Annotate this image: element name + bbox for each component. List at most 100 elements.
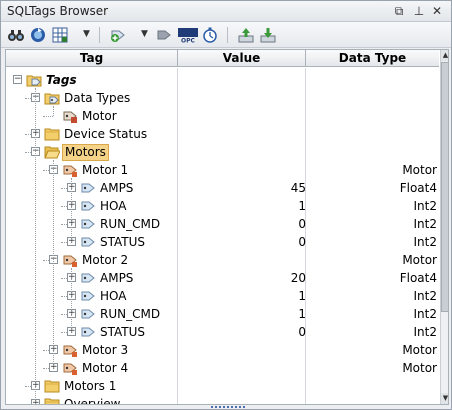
value-cell[interactable] — [178, 71, 306, 89]
value-cell[interactable] — [178, 107, 306, 125]
tag-cell[interactable]: RUN_CMD — [98, 215, 162, 233]
tag-cell[interactable]: STATUS — [98, 323, 147, 341]
close-icon[interactable]: ✕ — [429, 3, 445, 19]
tree-row[interactable]: − Data Types — [6, 89, 439, 107]
tag-cell[interactable]: RUN_CMD — [98, 305, 162, 323]
value-cell[interactable] — [178, 341, 306, 359]
restore-icon[interactable]: ⧉ — [391, 3, 407, 19]
data-type-cell: Int2 — [413, 217, 437, 231]
tree-row[interactable]: + Overview — [6, 395, 439, 404]
import-icon[interactable] — [259, 26, 277, 44]
tag-name[interactable]: Device Status — [62, 125, 149, 143]
tag-name[interactable]: RUN_CMD — [98, 215, 162, 233]
value-cell[interactable]: 0 — [178, 233, 306, 251]
value-cell[interactable]: 1 — [178, 305, 306, 323]
tag-name[interactable]: STATUS — [98, 323, 147, 341]
value-cell[interactable] — [178, 359, 306, 377]
tag-cell[interactable]: Motor — [80, 107, 119, 125]
tag-cell[interactable]: Motor 2 — [80, 251, 130, 269]
export-icon[interactable] — [237, 26, 255, 44]
tag-cell[interactable]: Motor 1 — [80, 161, 130, 179]
value-cell[interactable] — [178, 377, 306, 395]
tag-cell[interactable]: Motors — [62, 143, 109, 161]
tree-row[interactable]: + Motor 4 Motor — [6, 359, 439, 377]
window-title: SQLTags Browser — [7, 4, 109, 18]
resize-grip[interactable] — [211, 406, 245, 409]
tag-cell[interactable]: Motors 1 — [62, 377, 118, 395]
tag-name[interactable]: Motor 1 — [80, 161, 130, 179]
tree-guide — [53, 160, 54, 368]
tree-row[interactable]: + Device Status — [6, 125, 439, 143]
tag-name[interactable]: Motor 3 — [80, 341, 130, 359]
tree-connector — [25, 152, 31, 153]
value-cell[interactable]: 0 — [178, 215, 306, 233]
tag-cell[interactable]: HOA — [98, 197, 128, 215]
value-cell[interactable]: 1 — [178, 287, 306, 305]
tag-name[interactable]: Overview — [62, 395, 123, 404]
tag-name[interactable]: Motors 1 — [62, 377, 118, 395]
chevron-down-icon[interactable]: ▼ — [141, 29, 148, 39]
add-tag-icon[interactable] — [109, 26, 127, 44]
tag-name[interactable]: HOA — [98, 287, 128, 305]
refresh-icon[interactable] — [29, 26, 47, 44]
tag-name[interactable]: Motors — [62, 144, 109, 161]
tag-name[interactable]: AMPS — [98, 179, 135, 197]
tag-cell[interactable]: STATUS — [98, 233, 147, 251]
grid-icon[interactable] — [51, 26, 69, 44]
scroll-up-icon[interactable]: ▲ — [441, 50, 448, 61]
vertical-scrollbar[interactable]: ▲ ▼ — [440, 50, 448, 404]
tree-row[interactable]: − Motors — [6, 143, 439, 161]
tag-icon — [80, 180, 96, 196]
value-cell[interactable] — [178, 251, 306, 269]
tree-row[interactable]: Motor — [6, 107, 439, 125]
tag-cell[interactable]: AMPS — [98, 179, 135, 197]
value-cell[interactable] — [178, 125, 306, 143]
value-cell[interactable]: 45 — [178, 179, 306, 197]
tag-cell[interactable]: AMPS — [98, 269, 135, 287]
data-type-cell: Int2 — [413, 325, 437, 339]
value-cell[interactable] — [178, 395, 306, 404]
tag-name[interactable]: AMPS — [98, 269, 135, 287]
tree-row[interactable]: − Tags — [6, 71, 439, 89]
tree-row[interactable]: − Motor 1 Motor — [6, 161, 439, 179]
scroll-down-icon[interactable]: ▼ — [441, 393, 448, 404]
tag-name[interactable]: RUN_CMD — [98, 305, 162, 323]
tag-cell[interactable]: Device Status — [62, 125, 149, 143]
data-type-cell: Motor — [402, 253, 437, 267]
tree-connector — [61, 296, 67, 297]
value-cell[interactable] — [178, 89, 306, 107]
tag-name[interactable]: Motor 4 — [80, 359, 130, 377]
chevron-down-icon[interactable]: ▼ — [83, 29, 90, 39]
udt-instance-icon — [62, 252, 78, 268]
tag-name[interactable]: Data Types — [62, 89, 132, 107]
column-header-value[interactable]: Value — [178, 50, 306, 67]
tag-name[interactable]: Tags — [44, 71, 79, 89]
column-header-tag[interactable]: Tag — [6, 50, 178, 67]
tag-cell[interactable]: Data Types — [62, 89, 132, 107]
tag-cell[interactable]: Overview — [62, 395, 123, 404]
value-cell[interactable]: 1 — [178, 197, 306, 215]
value-cell[interactable] — [178, 161, 306, 179]
tag-name[interactable]: STATUS — [98, 233, 147, 251]
clock-icon[interactable] — [201, 26, 219, 44]
collapse-toggle-icon[interactable]: − — [13, 75, 22, 84]
folder-tag-icon[interactable] — [155, 26, 173, 44]
tag-name[interactable]: Motor — [80, 107, 119, 125]
value-cell[interactable]: 0 — [178, 323, 306, 341]
tag-cell[interactable]: Motor 4 — [80, 359, 130, 377]
tag-name[interactable]: Motor 2 — [80, 251, 130, 269]
tree-row[interactable]: − Motor 2 Motor — [6, 251, 439, 269]
tag-cell[interactable]: Motor 3 — [80, 341, 130, 359]
tree-row[interactable]: + Motor 3 Motor — [6, 341, 439, 359]
tree-row[interactable]: + Motors 1 — [6, 377, 439, 395]
column-header-data-type[interactable]: Data Type — [306, 50, 439, 67]
tag-cell[interactable]: HOA — [98, 287, 128, 305]
value-cell[interactable] — [178, 143, 306, 161]
tag-name[interactable]: HOA — [98, 197, 128, 215]
opc-icon[interactable]: OPC — [177, 26, 199, 44]
scroll-thumb[interactable] — [441, 62, 448, 312]
binoculars-icon[interactable] — [7, 26, 25, 44]
tag-cell[interactable]: Tags — [44, 71, 79, 89]
pin-icon[interactable]: ⊥ — [411, 3, 427, 19]
value-cell[interactable]: 20 — [178, 269, 306, 287]
